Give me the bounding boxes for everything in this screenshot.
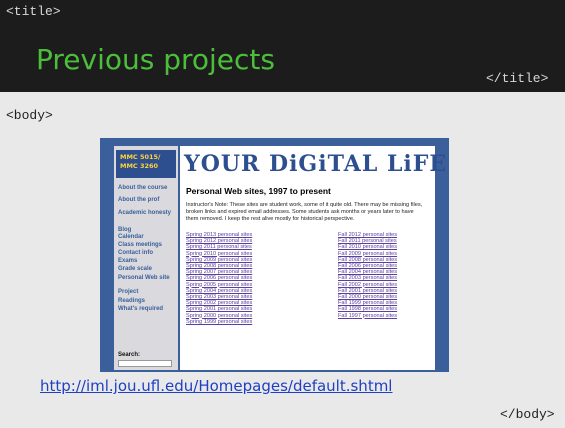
personal-sites-link[interactable]: Spring 2000 personal sites <box>186 313 252 319</box>
personal-sites-link[interactable]: Fall 2006 personal sites <box>338 263 397 269</box>
site-nav-item[interactable]: Calendar <box>118 234 176 241</box>
site-nav-item[interactable]: Contact info <box>118 250 176 257</box>
open-body-tag: <body> <box>6 108 53 123</box>
personal-sites-link[interactable]: Fall 2010 personal sites <box>338 244 397 250</box>
course-logo: MMC 5015/ MMC 3260 <box>116 150 176 178</box>
personal-sites-link[interactable]: Spring 2005 personal sites <box>186 282 252 288</box>
search-label: Search: <box>118 352 141 358</box>
personal-sites-link[interactable]: Fall 2001 personal sites <box>338 288 397 294</box>
site-sidebar: MMC 5015/ MMC 3260 About the course About… <box>114 146 178 370</box>
personal-sites-link[interactable]: Fall 2008 personal sites <box>338 257 397 263</box>
site-nav-item[interactable]: About the course <box>118 185 176 192</box>
site-nav-item[interactable]: Project <box>118 289 176 296</box>
homepages-url-link[interactable]: http://iml.jou.ufl.edu/Homepages/default… <box>40 377 392 395</box>
site-nav-item[interactable]: What's required <box>118 306 176 313</box>
site-heading: Personal Web sites, 1997 to present <box>186 186 331 196</box>
site-nav-item[interactable]: Personal Web site <box>118 275 176 282</box>
personal-sites-link[interactable]: Fall 2003 personal sites <box>338 275 397 281</box>
personal-sites-link[interactable]: Spring 2003 personal sites <box>186 294 252 300</box>
site-nav-item[interactable]: About the prof <box>118 197 176 204</box>
site-main-panel: YOUR DiGiTAL LiFE Personal Web sites, 19… <box>180 146 446 370</box>
personal-sites-link[interactable]: Fall 2000 personal sites <box>338 294 397 300</box>
site-nav-item[interactable]: Grade scale <box>118 266 176 273</box>
personal-sites-link[interactable]: Spring 2007 personal sites <box>186 269 252 275</box>
personal-sites-link[interactable]: Spring 2013 personal sites <box>186 232 252 238</box>
website-screenshot: MMC 5015/ MMC 3260 About the course About… <box>100 138 449 372</box>
personal-sites-link[interactable]: Spring 2009 personal sites <box>186 257 252 263</box>
site-banner: YOUR DiGiTAL LiFE <box>184 151 448 177</box>
personal-sites-link[interactable]: Spring 2001 personal sites <box>186 306 252 312</box>
personal-sites-link[interactable]: Fall 1998 personal sites <box>338 306 397 312</box>
personal-sites-link[interactable]: Fall 1999 personal sites <box>338 300 397 306</box>
personal-sites-link[interactable]: Spring 2008 personal sites <box>186 263 252 269</box>
personal-sites-link[interactable]: Fall 2002 personal sites <box>338 282 397 288</box>
personal-sites-link[interactable]: Spring 2011 personal sites <box>186 244 252 250</box>
site-nav-item[interactable]: Class meetings <box>118 242 176 249</box>
personal-sites-link[interactable]: Spring 2010 personal sites <box>186 251 252 257</box>
instructor-note: Instructor's Note: These sites are stude… <box>186 202 423 222</box>
title-bar: <title> Previous projects </title> <box>0 0 565 92</box>
personal-sites-link[interactable]: Fall 2011 personal sites <box>338 238 397 244</box>
open-title-tag: <title> <box>6 4 61 19</box>
personal-sites-link[interactable]: Fall 1997 personal sites <box>338 313 397 319</box>
personal-sites-link[interactable]: Spring 1999 personal sites <box>186 319 252 325</box>
site-nav-item[interactable]: Blog <box>118 227 176 234</box>
close-body-tag: </body> <box>500 407 555 422</box>
site-nav-item[interactable]: Academic honesty <box>118 210 176 217</box>
personal-sites-link[interactable]: Fall 2012 personal sites <box>338 232 397 238</box>
personal-sites-link[interactable]: Spring 2004 personal sites <box>186 288 252 294</box>
personal-sites-link[interactable]: Fall 2004 personal sites <box>338 269 397 275</box>
personal-sites-link[interactable]: Spring 2006 personal sites <box>186 275 252 281</box>
site-nav-item[interactable]: Exams <box>118 258 176 265</box>
slide-title: Previous projects <box>36 43 275 76</box>
personal-sites-link[interactable]: Spring 2002 personal sites <box>186 300 252 306</box>
site-nav-item[interactable]: Readings <box>118 298 176 305</box>
personal-sites-link[interactable]: Spring 2012 personal sites <box>186 238 252 244</box>
search-input[interactable] <box>118 360 172 367</box>
personal-sites-link[interactable]: Fall 2009 personal sites <box>338 251 397 257</box>
course-logo-text: MMC 5015/ MMC 3260 <box>120 153 161 170</box>
close-title-tag: </title> <box>486 71 549 86</box>
